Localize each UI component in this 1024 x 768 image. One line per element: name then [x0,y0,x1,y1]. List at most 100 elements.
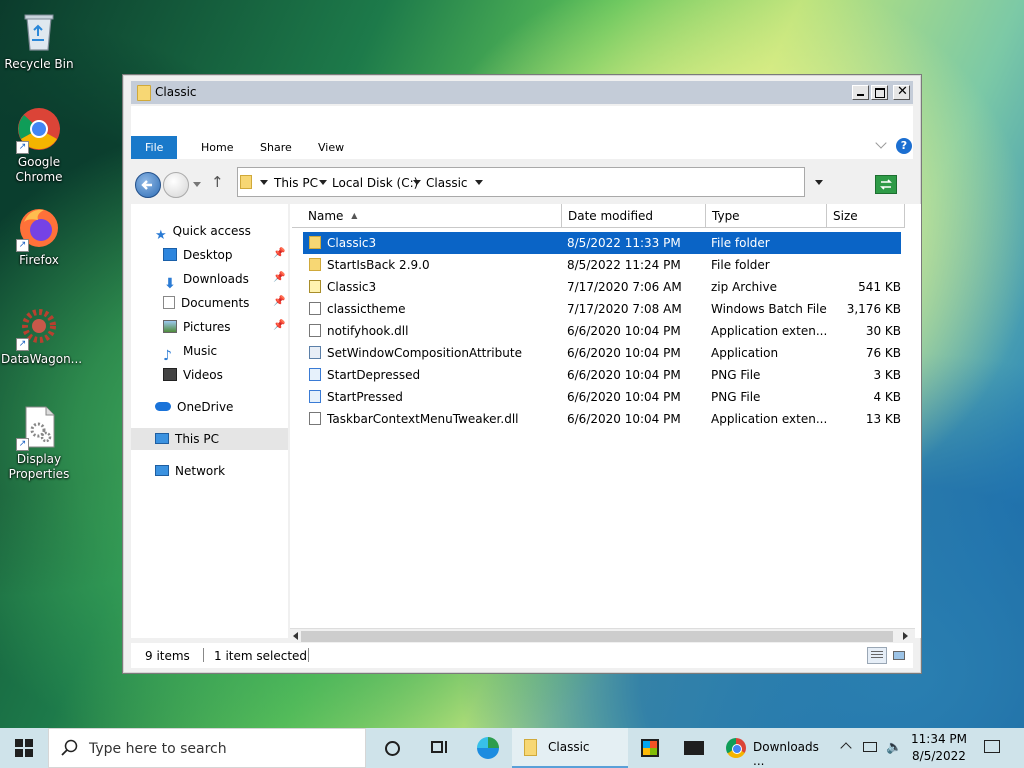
maximize-button[interactable] [871,85,888,100]
desktop-icon-display-properties[interactable]: ↗ Display Properties [1,403,77,482]
cortana-button[interactable] [372,728,412,768]
nav-music[interactable]: ♪ Music [163,340,217,364]
action-center-button[interactable] [974,728,1014,768]
chevron-down-icon[interactable] [475,180,483,185]
taskbar-search-box[interactable]: Type here to search [48,728,366,768]
nav-this-pc[interactable]: This PC [131,428,288,450]
sort-ascending-icon: ▲ [351,211,358,220]
column-header-date[interactable]: Date modified [562,204,706,228]
maximize-icon [875,88,885,98]
desktop-icon-firefox[interactable]: ↗ Firefox [1,204,77,268]
pin-icon[interactable]: 📌 [273,248,285,259]
recycle-bin-icon [16,8,62,54]
tab-home[interactable]: Home [187,136,247,159]
large-icons-view-button[interactable] [891,647,907,664]
file-row[interactable]: classictheme 7/17/2020 7:08 AM Windows Bat… [303,298,901,320]
file-size: 13 KB [865,412,901,426]
file-list: Name ▲ Date modified Type Size Classic3 8… [290,204,921,645]
forward-button[interactable] [163,172,189,198]
column-header-size[interactable]: Size [827,204,905,228]
column-header-type[interactable]: Type [706,204,827,228]
file-row[interactable]: Classic3 7/17/2020 7:06 AM zip Archive 541 … [303,276,901,298]
tab-view[interactable]: View [304,136,358,159]
breadcrumb-classic[interactable]: Classic [426,176,468,190]
column-header-name[interactable]: Name ▲ [292,204,562,228]
address-bar[interactable]: This PC Local Disk (C:) Classic [237,167,823,197]
scroll-right-arrow-icon[interactable] [903,632,908,640]
expand-ribbon-icon[interactable] [875,137,887,149]
status-divider [308,648,309,662]
file-date-modified: 8/5/2022 11:33 PM [567,236,681,250]
volume-muted-icon: 🔈 [886,740,903,755]
file-size: 3,176 KB [846,302,901,316]
nav-documents[interactable]: Documents [163,292,249,314]
nav-quick-access[interactable]: ★ Quick access [155,220,251,243]
firefox-icon: ↗ [16,204,62,252]
clock-date: 8/5/2022 [912,749,966,763]
minimize-button[interactable] [852,85,869,100]
navigation-pane: ★ Quick access Desktop 📌 ⬇ Downloads 📌 Doc… [131,204,288,638]
nav-downloads[interactable]: ⬇ Downloads [163,268,249,292]
file-row[interactable]: StartIsBack 2.9.0 8/5/2022 11:24 PM File f… [303,254,901,276]
desktop-icon-label: Chrome [15,170,63,184]
breadcrumb-local-disk[interactable]: Local Disk (C:) [332,176,418,190]
file-date-modified: 6/6/2020 10:04 PM [567,346,681,360]
breadcrumb-this-pc[interactable]: This PC [274,176,318,190]
address-history-dropdown[interactable] [815,180,823,185]
file-type: File folder [711,236,770,250]
file-row[interactable]: StartDepressed 6/6/2020 10:04 PM PNG File 3… [303,364,901,386]
nav-pictures[interactable]: Pictures [163,316,231,338]
taskbar-store[interactable] [632,728,668,768]
pin-icon[interactable]: 📌 [273,296,285,307]
details-view-button[interactable] [867,647,887,664]
search-placeholder: Type here to search [89,741,227,757]
desktop-icon-datawagon[interactable]: ↗ DataWagon... [1,303,82,367]
file-row[interactable]: notifyhook.dll 6/6/2020 10:04 PM Applicati… [303,320,901,342]
taskbar-explorer-classic[interactable]: Classic [512,728,628,768]
scroll-left-arrow-icon[interactable] [293,632,298,640]
nav-network[interactable]: Network [155,460,225,482]
file-size: 76 KB [865,346,901,360]
nav-onedrive[interactable]: OneDrive [155,396,233,418]
chevron-down-icon[interactable] [319,180,327,185]
task-view-button[interactable] [420,728,460,768]
start-button[interactable] [0,728,48,768]
chevron-down-icon[interactable] [413,180,421,185]
network-tray-button[interactable] [860,728,882,768]
file-type: zip Archive [711,280,777,294]
tab-share[interactable]: Share [246,136,306,159]
file-size: 4 KB [873,390,901,404]
cloud-icon [155,402,171,411]
pin-icon[interactable]: 📌 [273,272,285,283]
desktop-icon-label: Firefox [19,253,59,267]
taskbar-mail[interactable] [676,728,712,768]
desktop-icon-google-chrome[interactable]: ↗ Google Chrome [1,106,77,185]
file-row[interactable]: Classic3 8/5/2022 11:33 PM File folder [303,232,901,254]
scrollbar-thumb[interactable] [301,631,893,642]
up-arrow-icon[interactable]: ↑ [211,173,224,191]
file-row[interactable]: SetWindowCompositionAttribute 6/6/2020 10… [303,342,901,364]
clock[interactable]: 11:34 PM 8/5/2022 [908,728,970,768]
desktop-icon-recycle-bin[interactable]: Recycle Bin [1,8,77,72]
show-hidden-icons-button[interactable] [838,728,856,768]
back-button[interactable] [135,172,161,198]
volume-button[interactable]: 🔈 [884,728,906,768]
nav-label: Network [175,464,226,478]
file-row[interactable]: TaskbarContextMenuTweaker.dll 6/6/2020 10… [303,408,901,430]
title-bar[interactable]: Classic ✕ [131,81,913,104]
tab-file[interactable]: File [131,136,178,159]
nav-desktop[interactable]: Desktop [163,244,233,266]
chevron-down-icon[interactable] [260,180,268,185]
file-row[interactable]: StartPressed 6/6/2020 10:04 PM PNG File 4 K… [303,386,901,408]
file-type: Application exten... [711,324,828,338]
taskbar-edge[interactable] [468,728,508,768]
help-icon[interactable]: ? [896,138,912,154]
close-button[interactable]: ✕ [893,85,910,100]
folder-icon [240,175,252,189]
pin-icon[interactable]: 📌 [273,320,285,331]
taskbar-item-label: Classic [548,740,590,754]
nav-videos[interactable]: Videos [163,364,223,386]
refresh-button[interactable] [875,175,897,194]
taskbar-chrome-downloads[interactable]: Downloads ... [720,728,832,768]
recent-locations-dropdown[interactable] [193,182,201,187]
